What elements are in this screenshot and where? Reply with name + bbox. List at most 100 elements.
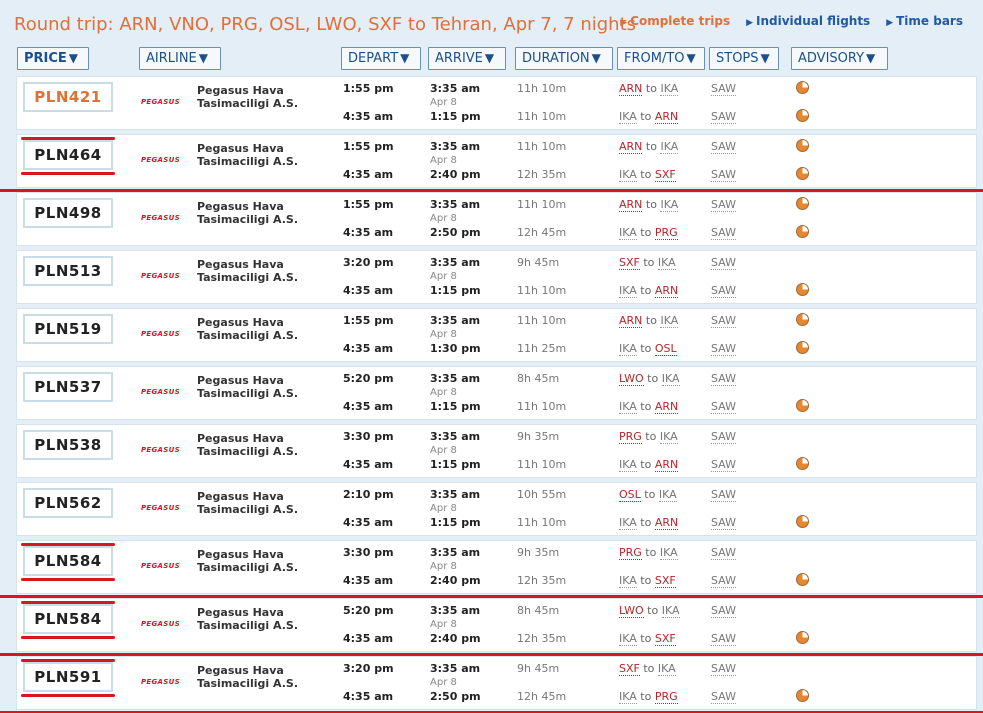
outbound-stop-airport[interactable]: SAW	[711, 198, 736, 212]
return-from-airport[interactable]: IKA	[619, 168, 637, 182]
sort-arrive-button[interactable]: ARRIVE ▼	[428, 47, 506, 70]
advisory-icon[interactable]	[796, 109, 809, 122]
return-stop-airport[interactable]: SAW	[711, 632, 736, 646]
return-from-airport[interactable]: IKA	[619, 458, 637, 472]
price-button[interactable]: PLN464	[23, 140, 113, 170]
result-row[interactable]: PLN537 PEGASUS Pegasus Hava Tasimaciligi A.…	[16, 366, 977, 420]
outbound-to-airport[interactable]: IKA	[660, 82, 679, 96]
result-row[interactable]: PLN513 PEGASUS Pegasus Hava Tasimaciligi A.…	[16, 250, 977, 304]
sort-price-button[interactable]: PRICE ▼	[17, 47, 89, 70]
return-to-airport[interactable]: ARN	[654, 400, 679, 414]
outbound-to-airport[interactable]: IKA	[657, 662, 676, 676]
outbound-stop-airport[interactable]: SAW	[711, 82, 736, 96]
outbound-from-airport[interactable]: ARN	[619, 140, 643, 154]
outbound-to-airport[interactable]: IKA	[658, 488, 677, 502]
return-from-airport[interactable]: IKA	[619, 110, 637, 124]
return-stop-airport[interactable]: SAW	[711, 284, 736, 298]
outbound-stop-airport[interactable]: SAW	[711, 604, 736, 618]
outbound-to-airport[interactable]: IKA	[657, 256, 676, 270]
price-button[interactable]: PLN562	[23, 488, 113, 518]
outbound-stop-airport[interactable]: SAW	[711, 662, 736, 676]
return-to-airport[interactable]: ARN	[654, 516, 679, 530]
price-button[interactable]: PLN513	[23, 256, 113, 286]
advisory-icon[interactable]	[796, 399, 809, 412]
price-button[interactable]: PLN537	[23, 372, 113, 402]
return-to-airport[interactable]: ARN	[654, 284, 679, 298]
outbound-stop-airport[interactable]: SAW	[711, 430, 736, 444]
outbound-to-airport[interactable]: IKA	[660, 198, 679, 212]
return-from-airport[interactable]: IKA	[619, 632, 637, 646]
return-stop-airport[interactable]: SAW	[711, 574, 736, 588]
return-from-airport[interactable]: IKA	[619, 284, 637, 298]
outbound-from-airport[interactable]: LWO	[619, 604, 644, 618]
advisory-icon[interactable]	[796, 689, 809, 702]
time-bars-link[interactable]: ▶ Time bars	[886, 14, 963, 28]
return-from-airport[interactable]: IKA	[619, 690, 637, 704]
advisory-icon[interactable]	[796, 225, 809, 238]
outbound-to-airport[interactable]: IKA	[661, 604, 680, 618]
result-row[interactable]: PLN538 PEGASUS Pegasus Hava Tasimaciligi A.…	[16, 424, 977, 478]
return-from-airport[interactable]: IKA	[619, 342, 637, 356]
return-to-airport[interactable]: OSL	[654, 342, 677, 356]
outbound-stop-airport[interactable]: SAW	[711, 546, 736, 560]
result-row[interactable]: PLN584 PEGASUS Pegasus Hava Tasimaciligi A.…	[16, 598, 977, 652]
complete-trips-link[interactable]: ▶ Complete trips	[620, 14, 730, 28]
outbound-to-airport[interactable]: IKA	[660, 140, 679, 154]
advisory-icon[interactable]	[796, 81, 809, 94]
sort-airline-button[interactable]: AIRLINE ▼	[139, 47, 221, 70]
return-from-airport[interactable]: IKA	[619, 516, 637, 530]
return-to-airport[interactable]: PRG	[654, 690, 678, 704]
return-from-airport[interactable]: IKA	[619, 574, 637, 588]
price-button[interactable]: PLN584	[23, 604, 113, 634]
sort-duration-button[interactable]: DURATION ▼	[515, 47, 613, 70]
outbound-to-airport[interactable]: IKA	[659, 430, 678, 444]
result-row[interactable]: PLN498 PEGASUS Pegasus Hava Tasimaciligi A.…	[16, 192, 977, 246]
price-button[interactable]: PLN584	[23, 546, 113, 576]
advisory-icon[interactable]	[796, 197, 809, 210]
result-row[interactable]: PLN421 PEGASUS Pegasus Hava Tasimaciligi A.…	[16, 76, 977, 130]
return-to-airport[interactable]: SXF	[654, 632, 676, 646]
outbound-from-airport[interactable]: PRG	[619, 546, 642, 560]
advisory-icon[interactable]	[796, 283, 809, 296]
return-to-airport[interactable]: SXF	[654, 574, 676, 588]
advisory-icon[interactable]	[796, 631, 809, 644]
sort-from-to-button[interactable]: FROM/TO ▼	[617, 47, 705, 70]
return-stop-airport[interactable]: SAW	[711, 458, 736, 472]
return-stop-airport[interactable]: SAW	[711, 342, 736, 356]
advisory-icon[interactable]	[796, 457, 809, 470]
outbound-stop-airport[interactable]: SAW	[711, 256, 736, 270]
advisory-icon[interactable]	[796, 139, 809, 152]
advisory-icon[interactable]	[796, 515, 809, 528]
price-button[interactable]: PLN519	[23, 314, 113, 344]
outbound-stop-airport[interactable]: SAW	[711, 140, 736, 154]
sort-depart-button[interactable]: DEPART ▼	[341, 47, 421, 70]
outbound-from-airport[interactable]: SXF	[619, 256, 640, 270]
result-row[interactable]: PLN584 PEGASUS Pegasus Hava Tasimaciligi A.…	[16, 540, 977, 594]
advisory-icon[interactable]	[796, 167, 809, 180]
sort-advisory-button[interactable]: ADVISORY ▼	[791, 47, 888, 70]
return-stop-airport[interactable]: SAW	[711, 110, 736, 124]
result-row[interactable]: PLN562 PEGASUS Pegasus Hava Tasimaciligi A.…	[16, 482, 977, 536]
return-stop-airport[interactable]: SAW	[711, 690, 736, 704]
outbound-from-airport[interactable]: ARN	[619, 82, 643, 96]
result-row[interactable]: PLN519 PEGASUS Pegasus Hava Tasimaciligi A.…	[16, 308, 977, 362]
advisory-icon[interactable]	[796, 313, 809, 326]
return-to-airport[interactable]: PRG	[654, 226, 678, 240]
return-stop-airport[interactable]: SAW	[711, 168, 736, 182]
outbound-from-airport[interactable]: ARN	[619, 314, 643, 328]
return-stop-airport[interactable]: SAW	[711, 400, 736, 414]
return-to-airport[interactable]: ARN	[654, 110, 679, 124]
price-button[interactable]: PLN591	[23, 662, 113, 692]
outbound-stop-airport[interactable]: SAW	[711, 488, 736, 502]
outbound-stop-airport[interactable]: SAW	[711, 372, 736, 386]
advisory-icon[interactable]	[796, 341, 809, 354]
sort-stops-button[interactable]: STOPS ▼	[709, 47, 779, 70]
price-button[interactable]: PLN498	[23, 198, 113, 228]
return-from-airport[interactable]: IKA	[619, 400, 637, 414]
return-stop-airport[interactable]: SAW	[711, 226, 736, 240]
return-stop-airport[interactable]: SAW	[711, 516, 736, 530]
outbound-from-airport[interactable]: OSL	[619, 488, 641, 502]
outbound-from-airport[interactable]: PRG	[619, 430, 642, 444]
outbound-from-airport[interactable]: SXF	[619, 662, 640, 676]
return-to-airport[interactable]: ARN	[654, 458, 679, 472]
